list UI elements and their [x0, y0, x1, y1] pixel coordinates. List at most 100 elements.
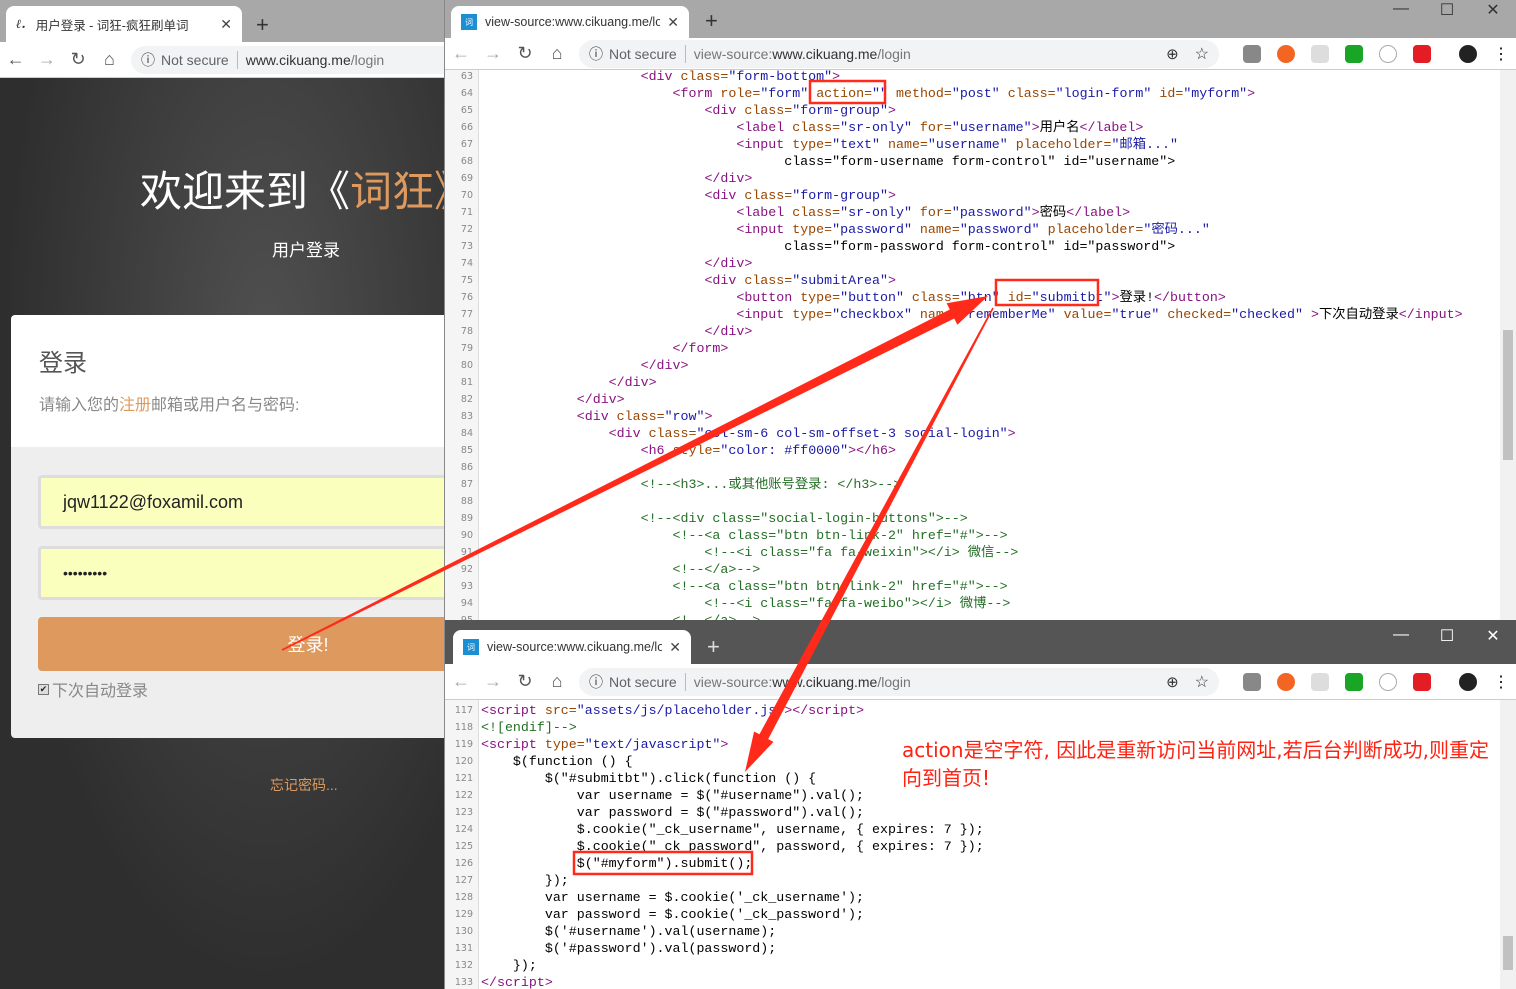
line-source: </div>: [479, 170, 752, 187]
minimize-button[interactable]: —: [1378, 626, 1424, 644]
forgot-password-link[interactable]: 忘记密码...: [270, 775, 338, 795]
new-tab-button[interactable]: +: [707, 634, 720, 660]
code-token: <![endif]-->: [481, 720, 577, 735]
maximize-button[interactable]: ☐: [1424, 0, 1470, 20]
close-window-button[interactable]: ✕: [1470, 0, 1516, 20]
line-number: 68: [460, 156, 473, 167]
line-number: 93: [460, 581, 473, 592]
code-token: >: [1007, 426, 1016, 441]
menu-icon[interactable]: ⋮: [1493, 672, 1509, 692]
new-tab-button[interactable]: +: [256, 12, 269, 38]
info-icon[interactable]: ⓘ: [589, 672, 603, 692]
bookmark-star-icon[interactable]: ☆: [1195, 44, 1209, 64]
home-icon[interactable]: ⌂: [541, 671, 573, 692]
back-icon[interactable]: ←: [445, 43, 477, 64]
profile-avatar[interactable]: [1459, 672, 1477, 691]
scrollbar-thumb[interactable]: [1503, 936, 1513, 970]
code-token: >: [1135, 120, 1144, 135]
forward-icon[interactable]: →: [477, 43, 509, 64]
code-line: 65 <div class="form-group">: [445, 102, 1500, 119]
reload-icon[interactable]: ↻: [63, 49, 94, 70]
checkbox-checked-icon[interactable]: ✔: [38, 683, 49, 695]
line-source: </div>: [479, 323, 752, 340]
line-number: 78: [460, 326, 473, 337]
cikuang-favicon-icon: 词: [461, 14, 477, 30]
orange-ring-icon[interactable]: [1277, 672, 1295, 691]
code-token: 密码: [1039, 205, 1067, 220]
home-icon[interactable]: ⌂: [94, 49, 125, 70]
forward-icon[interactable]: →: [477, 671, 509, 692]
line-source: <input type="password" name="password" p…: [479, 221, 1210, 238]
line-number: 65: [460, 105, 473, 116]
menu-icon[interactable]: ⋮: [1493, 44, 1509, 64]
home-icon[interactable]: ⌂: [541, 43, 573, 64]
tab-view-source[interactable]: 词 view-source:www.cikuang.me/login ✕: [453, 630, 691, 664]
back-icon[interactable]: ←: [445, 671, 477, 692]
json-icon[interactable]: [1379, 672, 1397, 691]
code-token: placeholder=: [1015, 137, 1112, 152]
remember-me[interactable]: ✔ 下次自动登录: [38, 677, 148, 701]
code-token: >: [720, 341, 729, 356]
code-token: >: [744, 324, 753, 339]
address-bar[interactable]: ⓘ Not secure view-source: www.cikuang.me /…: [579, 39, 1219, 68]
close-tab-icon[interactable]: ✕: [220, 16, 232, 33]
forward-icon[interactable]: →: [31, 49, 62, 70]
profile-avatar[interactable]: [1459, 44, 1477, 63]
close-tab-icon[interactable]: ✕: [667, 14, 679, 31]
reload-icon[interactable]: ↻: [509, 43, 541, 64]
info-icon[interactable]: ⓘ: [589, 44, 603, 64]
close-tab-icon[interactable]: ✕: [669, 639, 681, 656]
vertical-scrollbar[interactable]: [1500, 70, 1516, 620]
code-token: "login-form": [1055, 86, 1152, 101]
bookmark-star-icon[interactable]: ☆: [1195, 672, 1209, 692]
code-token: >: [888, 273, 896, 288]
vertical-scrollbar[interactable]: [1500, 700, 1516, 989]
back-icon[interactable]: ←: [0, 49, 31, 70]
line-number: 67: [460, 139, 473, 150]
line-source: </div>: [479, 357, 689, 374]
info-icon[interactable]: ⓘ: [141, 50, 155, 70]
json-icon[interactable]: [1379, 44, 1397, 63]
green-shield-icon[interactable]: [1345, 44, 1363, 63]
password-input[interactable]: •••••••••: [38, 546, 444, 600]
code-token: </script: [792, 703, 857, 718]
gmail-checker-icon[interactable]: [1243, 44, 1261, 63]
green-shield-icon[interactable]: [1345, 672, 1363, 691]
address-bar[interactable]: ⓘ Not secure www.cikuang.me/login: [131, 45, 444, 74]
close-window-button[interactable]: ✕: [1470, 626, 1516, 646]
reload-icon[interactable]: ↻: [509, 671, 541, 692]
scrollbar-thumb[interactable]: [1503, 330, 1513, 460]
register-link[interactable]: 注册: [119, 397, 151, 414]
tab-login[interactable]: ℓ. 用户登录 - 词狂-疯狂刷单词 ✕: [6, 6, 242, 42]
address-bar[interactable]: ⓘ Not secure view-source: www.cikuang.me /…: [579, 667, 1219, 696]
code-token: class=: [792, 205, 841, 220]
orange-ring-icon[interactable]: [1277, 44, 1295, 63]
ruler-icon[interactable]: [1311, 44, 1329, 63]
line-number: 64: [460, 88, 473, 99]
new-tab-button[interactable]: +: [705, 8, 718, 34]
line-number: 124: [454, 824, 473, 835]
code-token: "col-sm-6 col-sm-offset-3 social-login": [696, 426, 1008, 441]
ruler-icon[interactable]: [1311, 672, 1329, 691]
maximize-button[interactable]: ☐: [1424, 626, 1470, 646]
welcome-prefix: 欢迎来到《: [140, 167, 351, 216]
red-extension-icon[interactable]: [1413, 44, 1431, 63]
tab-view-source[interactable]: 词 view-source:www.cikuang.me/login ✕: [451, 6, 689, 38]
line-number: 126: [454, 858, 473, 869]
login-button[interactable]: 登录!: [38, 617, 444, 671]
line-source: <!--</a>-->: [479, 612, 761, 620]
gmail-checker-icon[interactable]: [1243, 672, 1261, 691]
code-token: >: [680, 358, 689, 373]
red-extension-icon[interactable]: [1413, 672, 1431, 691]
line-source: $('#password').val(password);: [481, 941, 777, 956]
zoom-icon[interactable]: ⊕: [1166, 45, 1179, 63]
zoom-icon[interactable]: ⊕: [1166, 673, 1179, 691]
line-number: 128: [454, 892, 473, 903]
code-line: 126 $("#myform").submit();: [445, 855, 1500, 872]
minimize-button[interactable]: —: [1378, 0, 1424, 18]
username-input[interactable]: jqw1122@foxamil.com: [38, 475, 444, 529]
code-line: 117 <script src="assets/js/placeholder.js…: [445, 702, 1500, 719]
